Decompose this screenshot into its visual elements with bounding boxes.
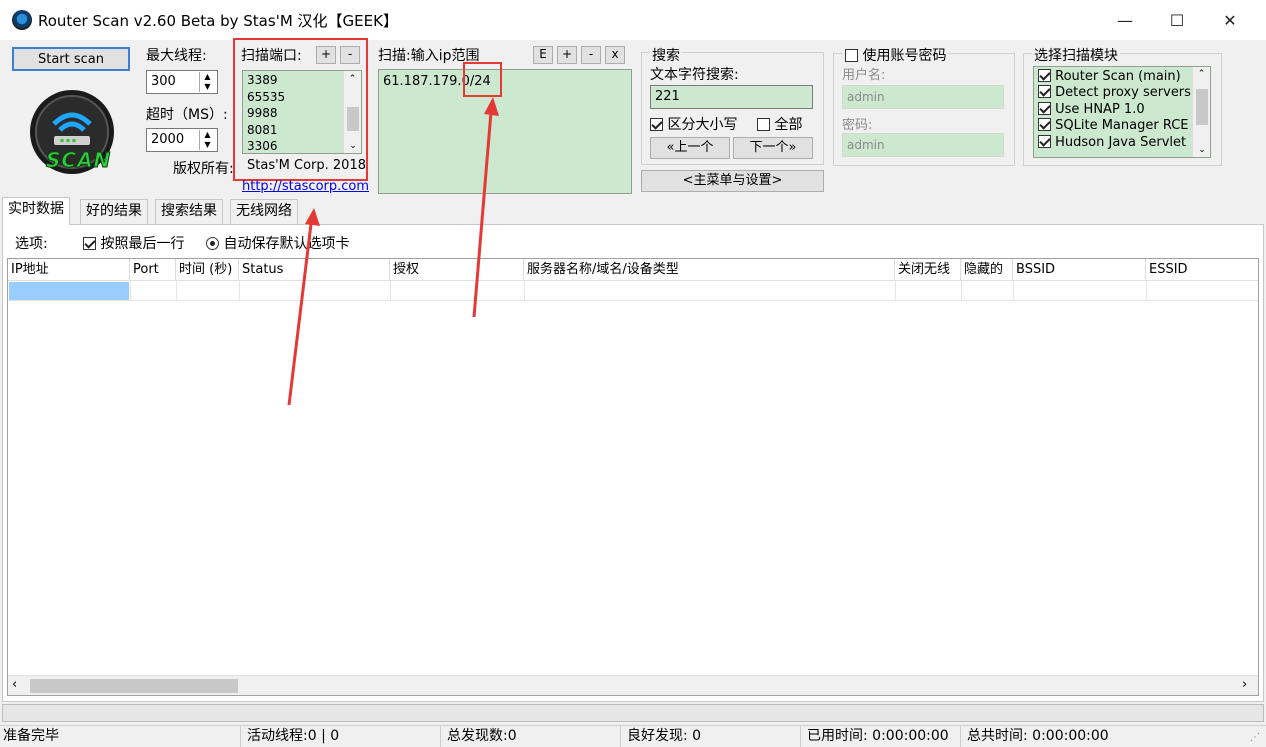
arrow-to-ports	[287, 223, 313, 406]
arrow-to-ip-mask	[472, 111, 493, 318]
annotation-arrows	[287, 97, 499, 406]
arrow-to-ip-mask-head	[484, 97, 499, 116]
arrow-to-ports-head	[305, 208, 320, 226]
